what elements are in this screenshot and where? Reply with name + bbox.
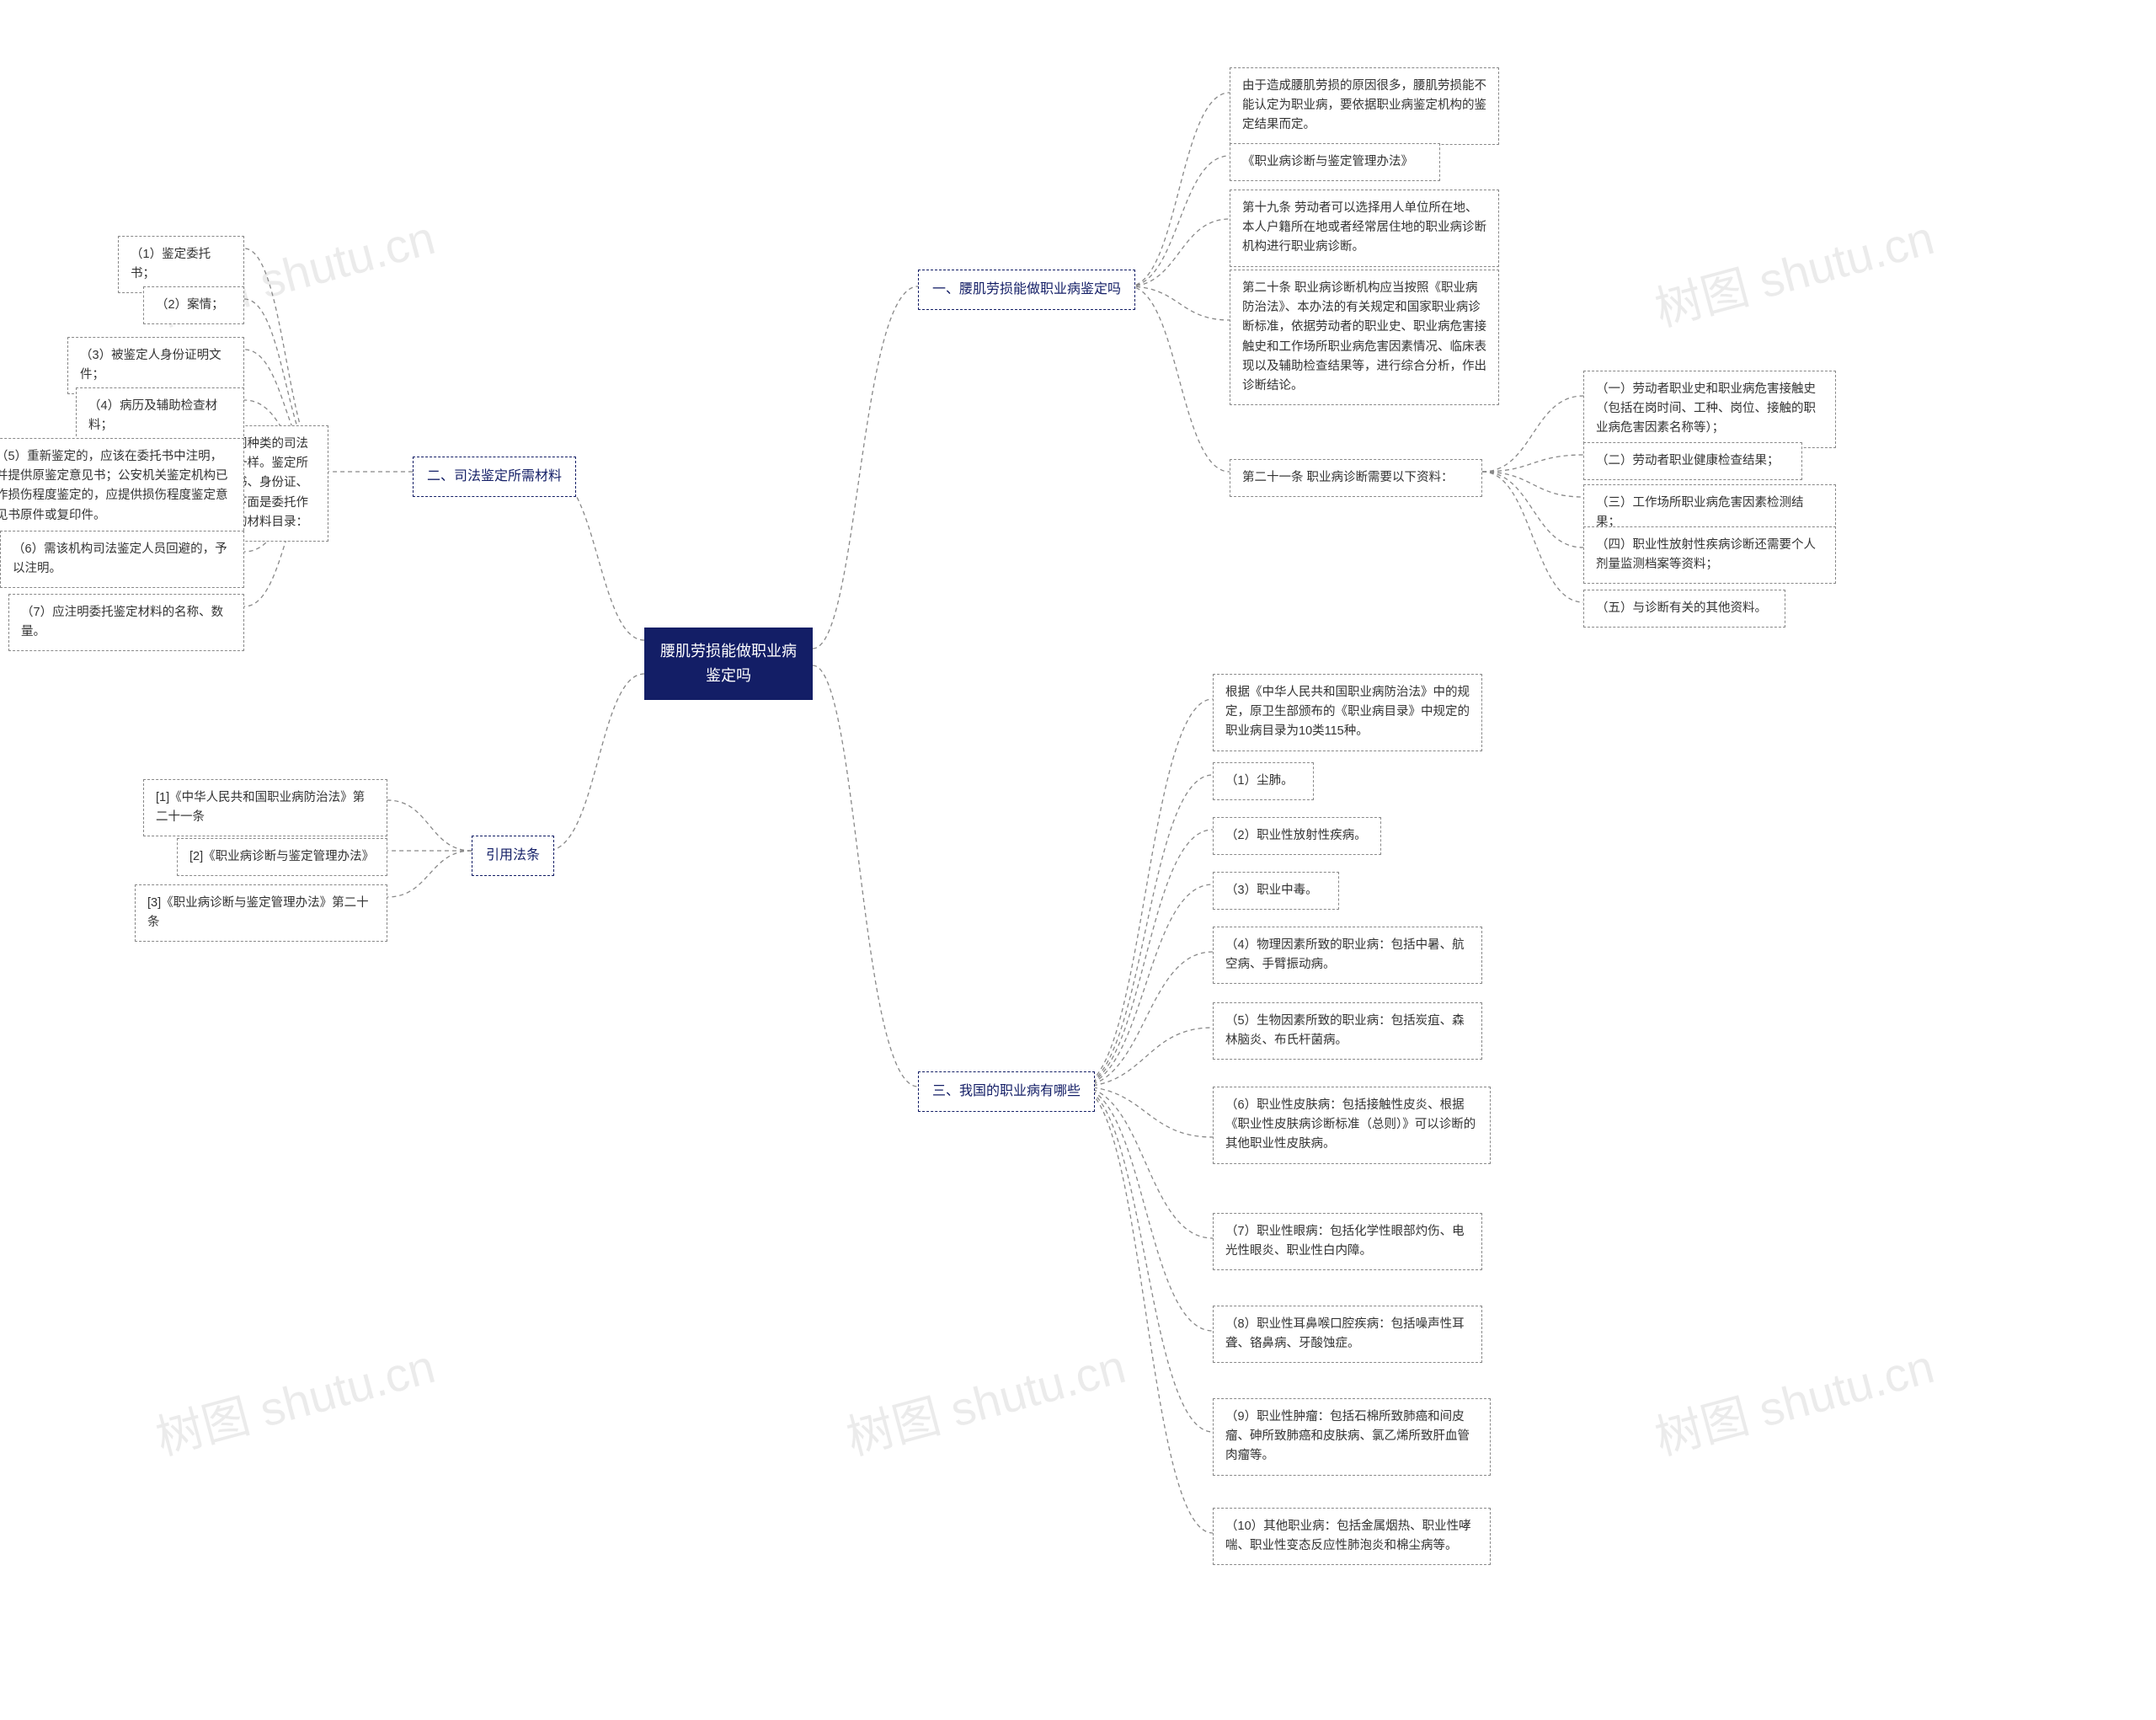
b1-5-leaf-2: （二）劳动者职业健康检查结果；: [1583, 442, 1802, 480]
b3-leaf-8: （8）职业性耳鼻喉口腔疾病：包括噪声性耳聋、铬鼻病、牙酸蚀症。: [1213, 1306, 1482, 1363]
watermark: 树图 shutu.cn: [1646, 200, 1940, 339]
branch-3[interactable]: 三、我国的职业病有哪些: [918, 1071, 1095, 1112]
root-node[interactable]: 腰肌劳损能做职业病鉴定吗: [644, 628, 813, 700]
b2-leaf-7: （7）应注明委托鉴定材料的名称、数量。: [8, 594, 244, 651]
b3-leaf-3: （3）职业中毒。: [1213, 872, 1339, 910]
b2-leaf-5: （5）重新鉴定的，应该在委托书中注明，并提供原鉴定意见书；公安机关鉴定机构已作损…: [0, 438, 244, 535]
b3-leaf-7: （7）职业性眼病：包括化学性眼部灼伤、电光性眼炎、职业性白内障。: [1213, 1213, 1482, 1270]
b3-leaf-9: （9）职业性肿瘤：包括石棉所致肺癌和间皮瘤、砷所致肺癌和皮肤病、氯乙烯所致肝血管…: [1213, 1398, 1491, 1476]
b2-leaf-4: （4）病历及辅助检查材料；: [76, 387, 244, 445]
b1-leaf-1: 由于造成腰肌劳损的原因很多，腰肌劳损能不能认定为职业病，要依据职业病鉴定机构的鉴…: [1230, 67, 1499, 145]
b3-intro: 根据《中华人民共和国职业病防治法》中的规定，原卫生部颁布的《职业病目录》中规定的…: [1213, 674, 1482, 751]
branch-1[interactable]: 一、腰肌劳损能做职业病鉴定吗: [918, 270, 1135, 310]
b2-leaf-2: （2）案情；: [143, 286, 244, 324]
watermark: 树图 shutu.cn: [147, 1328, 441, 1468]
b1-5-leaf-5: （五）与诊断有关的其他资料。: [1583, 590, 1785, 628]
b1-5-leaf-4: （四）职业性放射性疾病诊断还需要个人剂量监测档案等资料；: [1583, 526, 1836, 584]
b2-leaf-3: （3）被鉴定人身份证明文件；: [67, 337, 244, 394]
b1-leaf-2: 《职业病诊断与鉴定管理办法》: [1230, 143, 1440, 181]
b4-leaf-2: [2]《职业病诊断与鉴定管理办法》: [177, 838, 387, 876]
branch-2[interactable]: 二、司法鉴定所需材料: [413, 457, 576, 497]
b2-leaf-1: （1）鉴定委托书；: [118, 236, 244, 293]
b3-leaf-6: （6）职业性皮肤病：包括接触性皮炎、根据《职业性皮肤病诊断标准（总则）》可以诊断…: [1213, 1087, 1491, 1164]
watermark: 树图 shutu.cn: [838, 1328, 1132, 1468]
branch-4[interactable]: 引用法条: [472, 836, 554, 876]
b1-5-leaf-1: （一）劳动者职业史和职业病危害接触史（包括在岗时间、工种、岗位、接触的职业病危害…: [1583, 371, 1836, 448]
b1-leaf-4: 第二十条 职业病诊断机构应当按照《职业病防治法》、本办法的有关规定和国家职业病诊…: [1230, 270, 1499, 405]
b3-leaf-4: （4）物理因素所致的职业病：包括中暑、航空病、手臂振动病。: [1213, 927, 1482, 984]
b4-leaf-3: [3]《职业病诊断与鉴定管理办法》第二十条: [135, 884, 387, 942]
b3-leaf-1: （1）尘肺。: [1213, 762, 1314, 800]
watermark: 树图 shutu.cn: [1646, 1328, 1940, 1468]
b3-leaf-2: （2）职业性放射性疾病。: [1213, 817, 1381, 855]
b1-leaf-3: 第十九条 劳动者可以选择用人单位所在地、本人户籍所在地或者经常居住地的职业病诊断…: [1230, 190, 1499, 267]
b3-leaf-10: （10）其他职业病：包括金属烟热、职业性哮喘、职业性变态反应性肺泡炎和棉尘病等。: [1213, 1508, 1491, 1565]
b1-leaf-5[interactable]: 第二十一条 职业病诊断需要以下资料：: [1230, 459, 1482, 497]
b4-leaf-1: [1]《中华人民共和国职业病防治法》第二十一条: [143, 779, 387, 836]
b3-leaf-5: （5）生物因素所致的职业病：包括炭疽、森林脑炎、布氏杆菌病。: [1213, 1002, 1482, 1060]
b2-leaf-6: （6）需该机构司法鉴定人员回避的，予以注明。: [0, 531, 244, 588]
